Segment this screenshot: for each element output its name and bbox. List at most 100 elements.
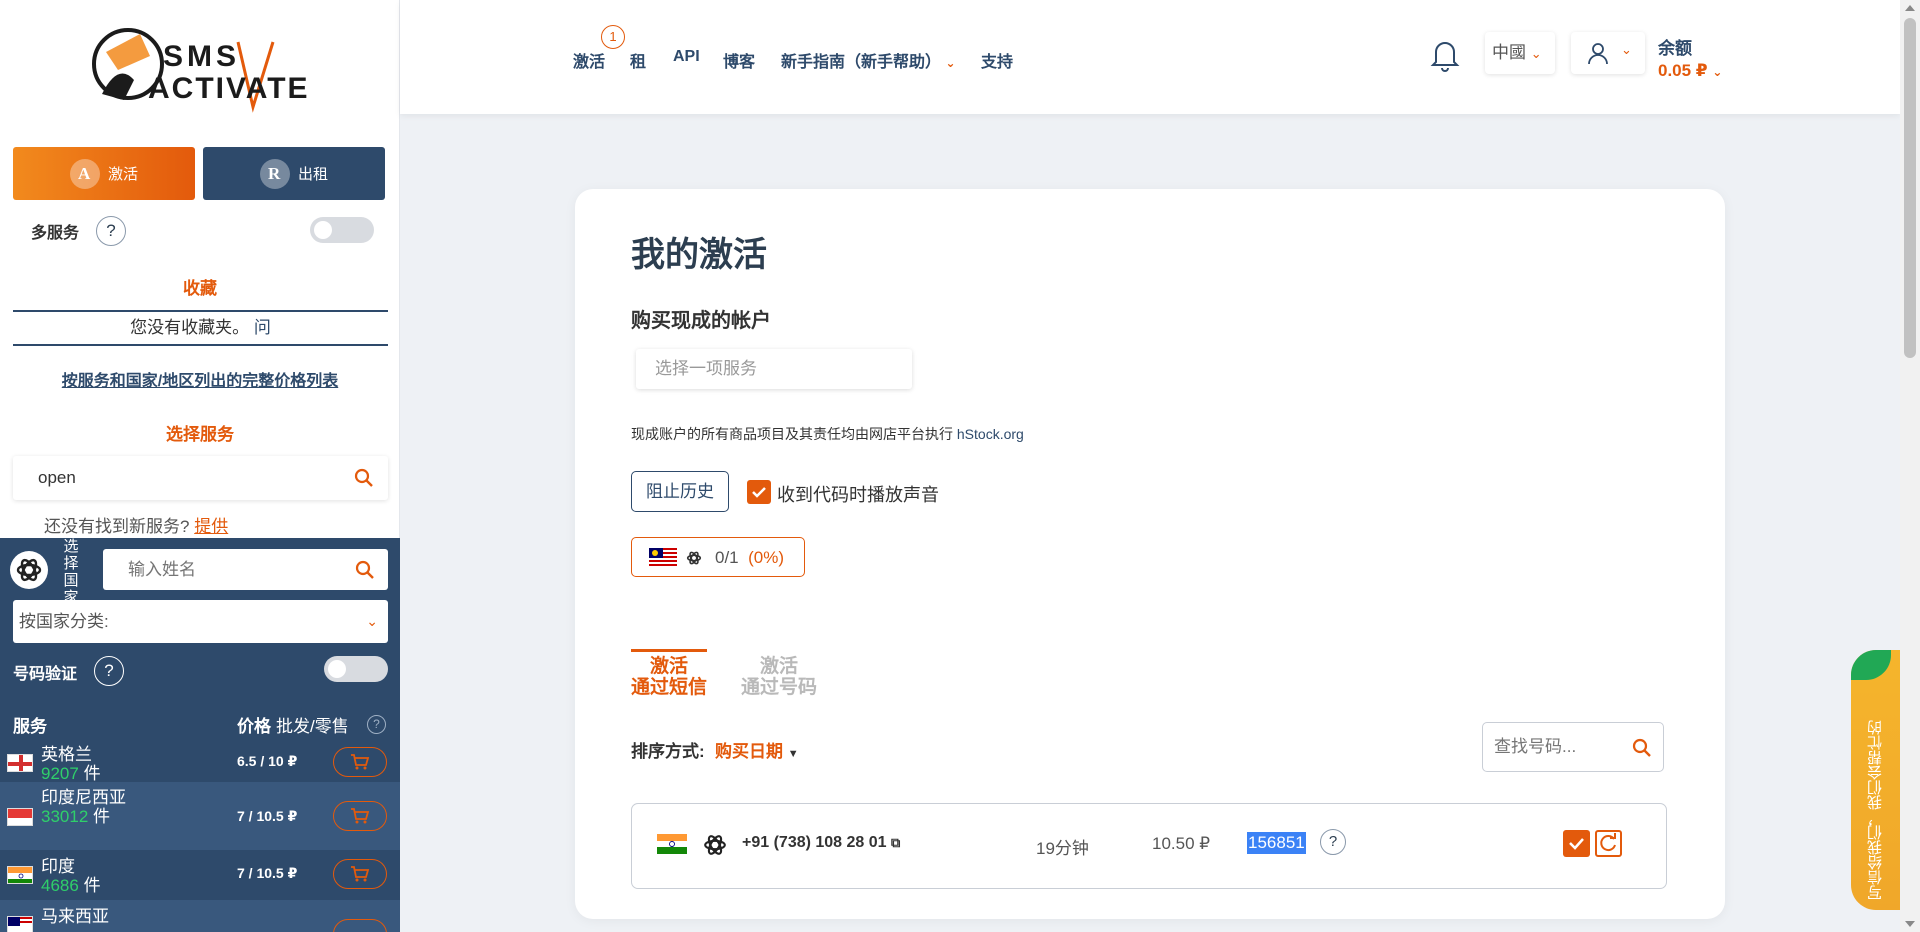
nav-badge: 1 [601, 25, 625, 49]
scroll-thumb[interactable] [1904, 18, 1916, 358]
country-search-input[interactable] [103, 549, 343, 590]
sidebar: SMS ACTIVATE A 激活 R 出租 多服务 ? 收藏 您没有收藏夹。 … [0, 0, 400, 932]
service-table-header: 服务 价格 批发/零售 ? [0, 708, 400, 738]
scroll-down-icon[interactable] [1905, 921, 1915, 927]
mode-rent-label: 出租 [297, 166, 328, 183]
country-row[interactable]: 印度 4686 件 7 / 10.5 ₽ [0, 850, 400, 900]
malaysia-flag-icon [7, 916, 33, 932]
not-found-text: 还没有找到新服务? 提供 [44, 512, 228, 537]
tab-number-line1: 激活 [760, 656, 799, 677]
tab-sms[interactable]: 激活 通过短信 [631, 649, 708, 698]
openai-icon [686, 551, 702, 565]
nav-support[interactable]: 支持 [981, 48, 1013, 72]
country-unit: 件 [83, 876, 101, 895]
favorites-empty-text: 您没有收藏夹。 [130, 318, 250, 337]
country-name-text: 印度 [41, 857, 75, 876]
number-search [1482, 722, 1664, 772]
language-label: 中國 [1492, 43, 1526, 62]
user-menu[interactable]: ⌄ [1571, 32, 1645, 74]
code-help-icon[interactable]: ? [1320, 829, 1346, 855]
country-count: 33012 [41, 807, 89, 826]
search-icon[interactable] [354, 468, 374, 488]
country-name: 印度 4686 件 [41, 857, 131, 895]
logo-text-activate: ACTIVATE [148, 72, 310, 105]
malaysia-flag-icon [649, 548, 677, 567]
balance-value[interactable]: 0.05 ₽ ⌄ [1658, 61, 1722, 81]
tab-sms-line1: 激活 [650, 656, 689, 677]
multi-service-toggle[interactable] [310, 217, 374, 243]
favorites-title: 收藏 [183, 279, 217, 298]
language-select[interactable]: 中國 ⌄ [1485, 32, 1555, 74]
cart-button[interactable] [333, 859, 387, 889]
activation-code[interactable]: 156851 [1247, 832, 1306, 854]
favorites-help-link[interactable]: 问 [254, 318, 271, 337]
country-row[interactable]: 印度尼西亚 33012 件 7 / 10.5 ₽ [0, 782, 400, 850]
chevron-down-icon: ⌄ [1530, 46, 1542, 61]
suggest-service-link[interactable]: 提供 [194, 517, 228, 536]
account-service-select[interactable]: 选择一项服务 [636, 349, 912, 389]
disclaimer-label: 现成账户的所有商品项目及其责任均由网店平台执行 [631, 426, 953, 442]
nav-rent[interactable]: 租 [630, 48, 646, 72]
cart-button[interactable] [333, 919, 387, 932]
mode-rent-button[interactable]: R 出租 [203, 147, 385, 200]
activation-row: +91 (738) 108 28 01 ⧉ 19分钟 10.50 ₽ 15685… [631, 803, 1667, 889]
number-search-input[interactable] [1483, 723, 1623, 771]
chevron-down-icon: ⌄ [1621, 42, 1632, 57]
nav-guide[interactable]: 新手指南（新手帮助） ⌄ [781, 48, 956, 72]
retry-button[interactable] [1595, 830, 1622, 857]
feedback-tab[interactable]: 写信给我们，我们会帮忙的 [1851, 650, 1900, 910]
tab-number[interactable]: 激活 通过号码 [741, 649, 817, 698]
number-verification-toggle[interactable] [324, 656, 388, 682]
chevron-down-icon: ⌄ [1712, 65, 1723, 79]
logo[interactable]: SMS ACTIVATE [88, 22, 318, 122]
service-search-input[interactable] [13, 456, 333, 500]
cart-button[interactable] [333, 747, 387, 777]
stat-count: 0/1 [715, 548, 739, 567]
number-search-icon[interactable] [1632, 738, 1652, 758]
service-search [13, 456, 388, 500]
nav-api[interactable]: API [673, 48, 700, 66]
nav-blog[interactable]: 博客 [723, 48, 755, 72]
england-flag-icon [7, 754, 33, 772]
price-list-link[interactable]: 按服务和国家/地区列出的完整价格列表 [0, 367, 400, 391]
cart-button[interactable] [333, 801, 387, 831]
play-sound-checkbox[interactable] [747, 480, 771, 504]
header-service: 服务 [13, 717, 47, 736]
indonesia-flag-icon [7, 808, 33, 826]
country-panel: 选择国家 按国家分类: ⌄ 号码验证 ? 服务 价格 批发/零售 ? 英 [0, 538, 400, 932]
country-row[interactable]: 马来西亚 [0, 900, 400, 932]
country-category-select[interactable]: 按国家分类: ⌄ [13, 600, 388, 643]
country-name: 印度尼西亚 33012 件 [41, 788, 131, 826]
select-country-label: 选择国家 [63, 538, 79, 606]
scroll-up-icon[interactable] [1905, 5, 1915, 11]
country-search-icon[interactable] [355, 560, 375, 580]
stat-pct: (0%) [748, 548, 784, 567]
country-name-text: 印度尼西亚 [41, 788, 126, 807]
copy-icon[interactable]: ⧉ [891, 835, 900, 850]
stat-chip[interactable]: 0/1 (0%) [631, 537, 805, 577]
nav-activate[interactable]: 激活 [573, 48, 605, 72]
bell-icon[interactable] [1430, 38, 1460, 72]
stat-text: 0/1 (0%) [715, 548, 784, 568]
country-row[interactable]: 英格兰 9207 件 6.5 / 10 ₽ [0, 738, 400, 788]
india-flag-icon [657, 834, 687, 854]
number-verification-help-icon[interactable]: ? [94, 656, 124, 686]
price-help-icon[interactable]: ? [367, 715, 386, 734]
check-icon [752, 487, 766, 498]
play-sound-label: 收到代码时播放声音 [777, 485, 939, 505]
nav-guide-label: 新手指南（新手帮助） [781, 54, 942, 71]
buy-accounts-title: 购买现成的帐户 [631, 310, 771, 332]
india-flag-icon [7, 866, 33, 884]
multi-service-help-icon[interactable]: ? [96, 216, 126, 246]
mode-activate-button[interactable]: A 激活 [13, 147, 195, 200]
hstock-link[interactable]: hStock.org [957, 426, 1024, 442]
feedback-text: 写信给我们，我们会帮忙的 [1867, 720, 1884, 900]
complete-activation-button[interactable] [1563, 830, 1590, 857]
block-history-button[interactable]: 阻止历史 [631, 471, 729, 512]
favorites-box: 您没有收藏夹。 问 [13, 310, 388, 346]
page-scrollbar[interactable] [1900, 0, 1920, 932]
balance-label: 余额 [1658, 39, 1692, 58]
openai-icon [10, 551, 48, 589]
select-service-title: 选择服务 [166, 425, 234, 444]
sort-select[interactable]: 购买日期 ▼ [715, 737, 799, 762]
